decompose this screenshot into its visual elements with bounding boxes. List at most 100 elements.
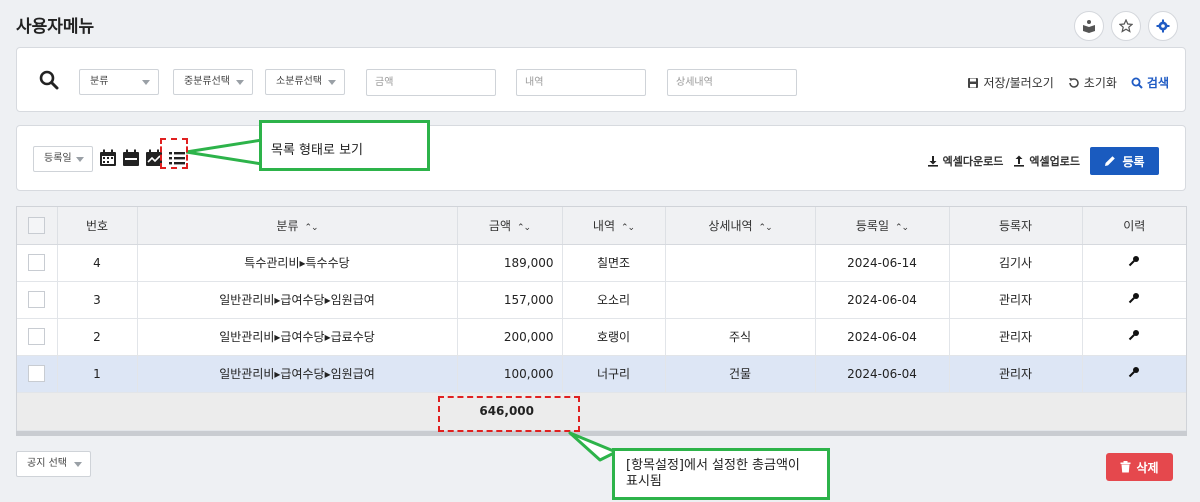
row-user: 관리자 — [949, 355, 1083, 393]
description-input[interactable] — [516, 69, 646, 96]
notice-select[interactable]: 공지 선택 — [16, 451, 91, 477]
select-all-checkbox[interactable] — [28, 216, 46, 234]
excel-upload-label: 엑셀업로드 — [1029, 155, 1080, 168]
table-row[interactable]: 1 일반관리비▸급여수당▸임원급여 100,000 너구리 건물 2024-06… — [17, 355, 1186, 393]
row-amount: 200,000 — [457, 318, 563, 356]
chevron-down-icon — [74, 462, 82, 467]
calendar-week-icon[interactable] — [122, 149, 140, 167]
top-icon-group — [1074, 11, 1178, 41]
row-amount: 100,000 — [457, 355, 563, 393]
list-view-callout-text: 목록 형태로 보기 — [271, 143, 363, 158]
sort-icon[interactable]: ⌃⌄ — [621, 223, 635, 233]
chevron-down-icon — [328, 80, 336, 85]
row-detail: 주식 — [665, 318, 816, 356]
save-icon — [968, 77, 979, 88]
row-amount: 189,000 — [457, 244, 563, 282]
header-detail[interactable]: 상세내역 ⌃⌄ — [665, 207, 816, 245]
header-no-label: 번호 — [85, 218, 109, 233]
header-description[interactable]: 내역 ⌃⌄ — [562, 207, 666, 245]
detail-input[interactable] — [667, 69, 797, 96]
total-spacer-right — [562, 392, 1186, 431]
reset-button[interactable]: 초기화 — [1068, 74, 1117, 91]
row-checkbox[interactable] — [28, 254, 46, 271]
row-description: 너구리 — [562, 355, 666, 393]
excel-upload-button[interactable]: 엑셀업로드 — [1013, 153, 1080, 169]
header-category-label: 분류 — [276, 218, 299, 233]
row-detail — [665, 281, 816, 319]
select-all-cell — [17, 207, 58, 245]
total-spacer — [17, 392, 457, 431]
key-icon[interactable] — [1128, 366, 1140, 378]
subcategory-select-label: 중분류선택 — [184, 76, 230, 87]
delete-button[interactable]: 삭제 — [1106, 453, 1173, 481]
undo-icon — [1068, 77, 1079, 88]
minor-category-select[interactable]: 소분류선택 — [265, 69, 345, 95]
chevron-down-icon — [236, 80, 244, 85]
search-actions: 저장/불러오기 초기화 검색 — [967, 74, 1169, 91]
search-icon — [39, 70, 59, 90]
minor-category-select-label: 소분류선택 — [276, 76, 322, 87]
header-amount-label: 금액 — [488, 218, 511, 233]
header-date-label: 등록일 — [855, 218, 890, 233]
header-history: 이력 — [1082, 207, 1186, 245]
key-icon[interactable] — [1128, 292, 1140, 304]
row-date: 2024-06-04 — [815, 281, 950, 319]
row-no: 3 — [57, 281, 138, 319]
row-checkbox[interactable] — [28, 365, 46, 382]
register-label: 등록 — [1122, 154, 1145, 169]
row-category: 일반관리비▸급여수당▸임원급여 — [137, 281, 458, 319]
subcategory-select[interactable]: 중분류선택 — [173, 69, 253, 95]
row-no: 2 — [57, 318, 138, 356]
search-button[interactable]: 검색 — [1131, 74, 1169, 91]
excel-download-button[interactable]: 엑셀다운로드 — [927, 153, 1004, 169]
sort-icon[interactable]: ⌃⌄ — [759, 223, 773, 233]
row-category: 일반관리비▸급여수당▸급료수당 — [137, 318, 458, 356]
favorite-button[interactable] — [1111, 11, 1141, 41]
row-checkbox[interactable] — [28, 328, 46, 345]
header-category[interactable]: 분류 ⌃⌄ — [137, 207, 458, 245]
row-category: 일반관리비▸급여수당▸임원급여 — [137, 355, 458, 393]
row-checkbox[interactable] — [28, 291, 46, 308]
row-description: 오소리 — [562, 281, 666, 319]
category-select[interactable]: 분류 — [79, 69, 159, 95]
row-no: 1 — [57, 355, 138, 393]
header-amount[interactable]: 금액 ⌃⌄ — [457, 207, 563, 245]
notice-select-label: 공지 선택 — [27, 458, 67, 469]
table-row[interactable]: 2 일반관리비▸급여수당▸급료수당 200,000 호랭이 주식 2024-06… — [17, 318, 1186, 356]
row-user: 김기사 — [949, 244, 1083, 282]
upload-icon — [1014, 155, 1025, 167]
table-row[interactable]: 4 특수관리비▸특수수당 189,000 칠면조 2024-06-14 김기사 — [17, 244, 1186, 282]
key-icon[interactable] — [1128, 329, 1140, 341]
sort-icon[interactable]: ⌃⌄ — [517, 223, 531, 233]
manual-button[interactable] — [1074, 11, 1104, 41]
gear-icon — [1156, 19, 1170, 33]
row-user: 관리자 — [949, 281, 1083, 319]
table-header-row: 번호 분류 ⌃⌄ 금액 ⌃⌄ 내역 ⌃⌄ 상세내역 ⌃⌄ 등록일 ⌃⌄ 등록자 이력 — [17, 207, 1186, 245]
amount-input[interactable] — [366, 69, 496, 96]
sort-icon[interactable]: ⌃⌄ — [305, 223, 319, 233]
save-load-button[interactable]: 저장/불러오기 — [967, 74, 1054, 91]
toolbar-actions: 엑셀다운로드 엑셀업로드 등록 — [927, 147, 1159, 175]
date-sort-select[interactable]: 등록일 — [33, 146, 93, 172]
calendar-month-icon[interactable] — [99, 149, 117, 167]
key-icon[interactable] — [1128, 255, 1140, 267]
sort-icon[interactable]: ⌃⌄ — [895, 223, 909, 233]
expense-table: 번호 분류 ⌃⌄ 금액 ⌃⌄ 내역 ⌃⌄ 상세내역 ⌃⌄ 등록일 ⌃⌄ 등록자 이력 4 … — [17, 207, 1186, 431]
date-sort-label: 등록일 — [44, 153, 72, 164]
header-detail-label: 상세내역 — [708, 218, 753, 233]
register-button[interactable]: 등록 — [1090, 147, 1159, 175]
chevron-down-icon — [142, 80, 150, 85]
row-date: 2024-06-04 — [815, 355, 950, 393]
excel-download-label: 엑셀다운로드 — [942, 155, 1004, 168]
search-panel: 분류 중분류선택 소분류선택 저장/불러오기 초기화 검색 — [16, 47, 1186, 112]
settings-button[interactable] — [1148, 11, 1178, 41]
total-callout-line1: [항목설정]에서 설정한 총금액이 — [626, 458, 800, 473]
page-title: 사용자메뉴 — [16, 17, 95, 37]
row-no: 4 — [57, 244, 138, 282]
header-date[interactable]: 등록일 ⌃⌄ — [815, 207, 950, 245]
data-grid: 번호 분류 ⌃⌄ 금액 ⌃⌄ 내역 ⌃⌄ 상세내역 ⌃⌄ 등록일 ⌃⌄ 등록자 이력 4 … — [16, 206, 1187, 432]
trash-icon — [1120, 461, 1131, 473]
delete-label: 삭제 — [1136, 460, 1159, 475]
header-user-label: 등록자 — [998, 218, 1033, 233]
table-row[interactable]: 3 일반관리비▸급여수당▸임원급여 157,000 오소리 2024-06-04… — [17, 281, 1186, 319]
